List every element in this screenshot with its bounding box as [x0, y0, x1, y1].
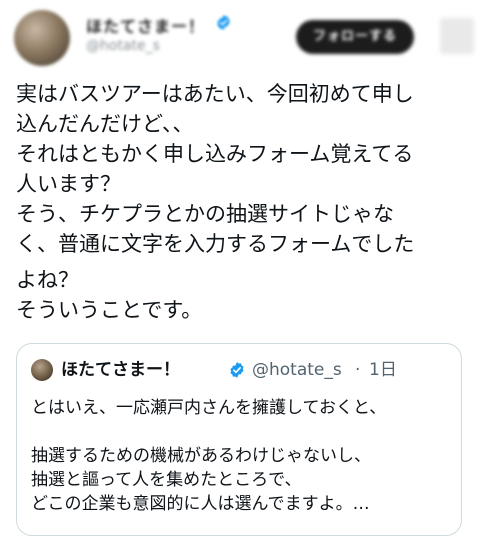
- quoted-text-line: 抽選と謳って人を集めたところで、: [31, 470, 302, 490]
- quoted-tweet-card[interactable]: ほたてさまー！ @hotate_s · 1日 とはいえ、一応瀬戸内さんを擁護して…: [16, 343, 462, 536]
- tweet-header: ほたてさまー！ @hotate_s フォローする: [0, 0, 480, 72]
- quoted-text-line: 抽選するための機械があるわけじゃないし、: [31, 446, 371, 466]
- tweet-text-line: そう、チケプラとかの抽選サイトじゃな: [16, 202, 394, 226]
- verified-badge-icon: [217, 15, 230, 30]
- tweet-text-line: 人います？: [16, 172, 121, 196]
- quoted-handle: @hotate_s: [252, 360, 342, 380]
- follow-button[interactable]: フォローする: [296, 20, 414, 54]
- tweet-text-line: 込んだんだけど、、: [16, 112, 194, 136]
- verified-badge-icon: [230, 362, 244, 378]
- tweet-text-line: それはともかく申し込みフォーム覚えてる: [16, 142, 414, 166]
- quoted-tweet-text: とはいえ、一応瀬戸内さんを擁護しておくと、 抽選するための機械があるわけじゃない…: [31, 396, 451, 516]
- quoted-text-line: [31, 420, 451, 444]
- quoted-text-line: どこの企業も意図的に人は選んでますよ。…: [31, 494, 370, 514]
- tweet-text-line: よね？: [16, 268, 79, 292]
- quoted-display-name: ほたてさまー！: [61, 360, 180, 380]
- tweet-text-line: 実はバスツアーはあたい、今回初めて申し: [16, 82, 414, 106]
- more-icon[interactable]: [440, 18, 474, 54]
- quoted-timestamp[interactable]: 1日: [369, 358, 397, 382]
- avatar[interactable]: [14, 10, 70, 66]
- quoted-separator: ·: [355, 360, 361, 380]
- quoted-tweet-header: ほたてさまー！ @hotate_s · 1日: [31, 358, 451, 382]
- tweet-text-line: く、普通に文字を入力するフォームでした: [16, 232, 415, 256]
- quoted-text-line: とはいえ、一応瀬戸内さんを擁護しておくと、: [31, 398, 387, 418]
- tweet-text-line: そういうことです。: [16, 298, 203, 322]
- tweet-screenshot: ほたてさまー！ @hotate_s フォローする 実はバスツアーはあたい、今回初…: [0, 0, 480, 547]
- author-handle[interactable]: @hotate_s: [86, 38, 160, 54]
- quoted-avatar: [31, 359, 53, 381]
- author-display-name[interactable]: ほたてさまー！: [86, 13, 205, 37]
- tweet-text: 実はバスツアーはあたい、今回初めて申し 込んだんだけど、、 それはともかく申し込…: [16, 79, 472, 325]
